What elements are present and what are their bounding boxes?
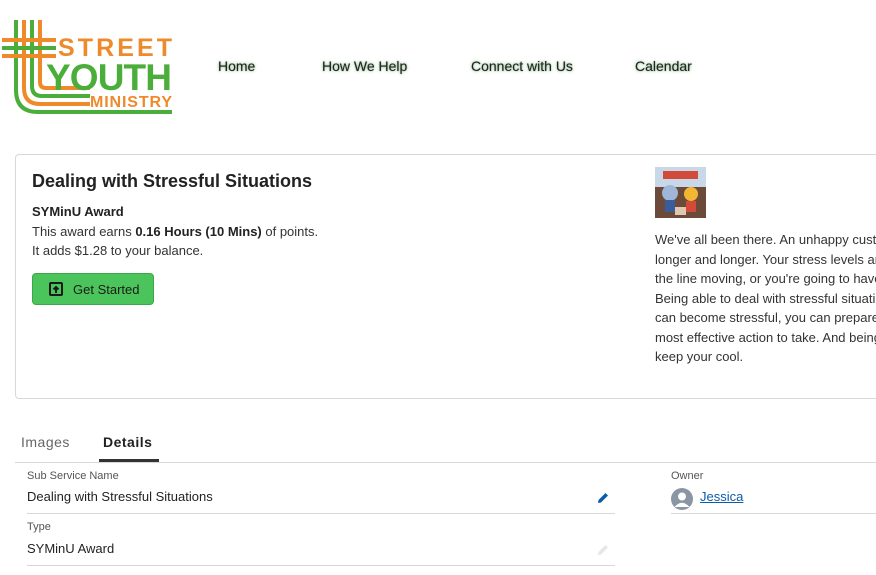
owner-label: Owner xyxy=(671,470,704,482)
user-icon xyxy=(674,492,690,507)
tab-images[interactable]: Images xyxy=(21,434,70,450)
award-balance-text: It adds $1.28 to your balance. xyxy=(32,243,204,258)
type-label: Type xyxy=(27,521,51,533)
award-thumbnail-image xyxy=(655,167,706,218)
field-divider xyxy=(27,513,615,514)
description-line: longer and longer. Your stress levels ar… xyxy=(655,251,876,267)
sub-service-value: Dealing with Stressful Situations xyxy=(27,489,213,504)
nav-how-we-help[interactable]: How We Help xyxy=(322,58,407,74)
avatar xyxy=(671,488,693,510)
description-line: the line moving, or you're going to have xyxy=(655,271,876,286)
nav-calendar[interactable]: Calendar xyxy=(635,58,692,74)
award-earn-text: This award earns 0.16 Hours (10 Mins) of… xyxy=(32,224,318,239)
description-line: keep your cool. xyxy=(655,349,744,364)
field-divider xyxy=(671,513,876,514)
nav-connect-with-us[interactable]: Connect with Us xyxy=(471,58,573,74)
award-description: We've all been there. An unhappy custo l… xyxy=(655,230,876,367)
get-started-button[interactable]: Get Started xyxy=(32,273,154,305)
pencil-icon-disabled xyxy=(598,545,608,555)
main-nav: Home How We Help Connect with Us Calenda… xyxy=(0,58,876,78)
award-type: SYMinU Award xyxy=(32,204,124,219)
description-line: most effective action to take. And being xyxy=(655,329,876,345)
svg-text:MINISTRY: MINISTRY xyxy=(90,94,172,111)
earn-suffix: of points. xyxy=(261,224,319,239)
nav-home[interactable]: Home xyxy=(218,58,255,74)
active-tab-indicator xyxy=(99,459,159,462)
description-line: We've all been there. An unhappy custo xyxy=(655,232,876,247)
earn-prefix: This award earns xyxy=(32,224,136,239)
owner-link[interactable]: Jessica xyxy=(700,489,743,504)
earn-hours: 0.16 Hours (10 Mins) xyxy=(135,224,262,239)
type-value: SYMinU Award xyxy=(27,541,115,556)
get-started-label: Get Started xyxy=(73,281,140,297)
tab-details[interactable]: Details xyxy=(103,434,152,450)
launch-icon xyxy=(49,282,63,296)
pencil-icon[interactable] xyxy=(596,491,610,505)
award-title: Dealing with Stressful Situations xyxy=(32,171,313,191)
description-line: Being able to deal with stressful situat… xyxy=(655,290,876,306)
award-card: Dealing with Stressful Situations SYMinU… xyxy=(15,154,876,399)
tab-bar: Images Details xyxy=(15,430,876,463)
description-line: can become stressful, you can prepare f xyxy=(655,310,876,325)
sub-service-label: Sub Service Name xyxy=(27,470,119,482)
field-divider xyxy=(27,565,615,566)
